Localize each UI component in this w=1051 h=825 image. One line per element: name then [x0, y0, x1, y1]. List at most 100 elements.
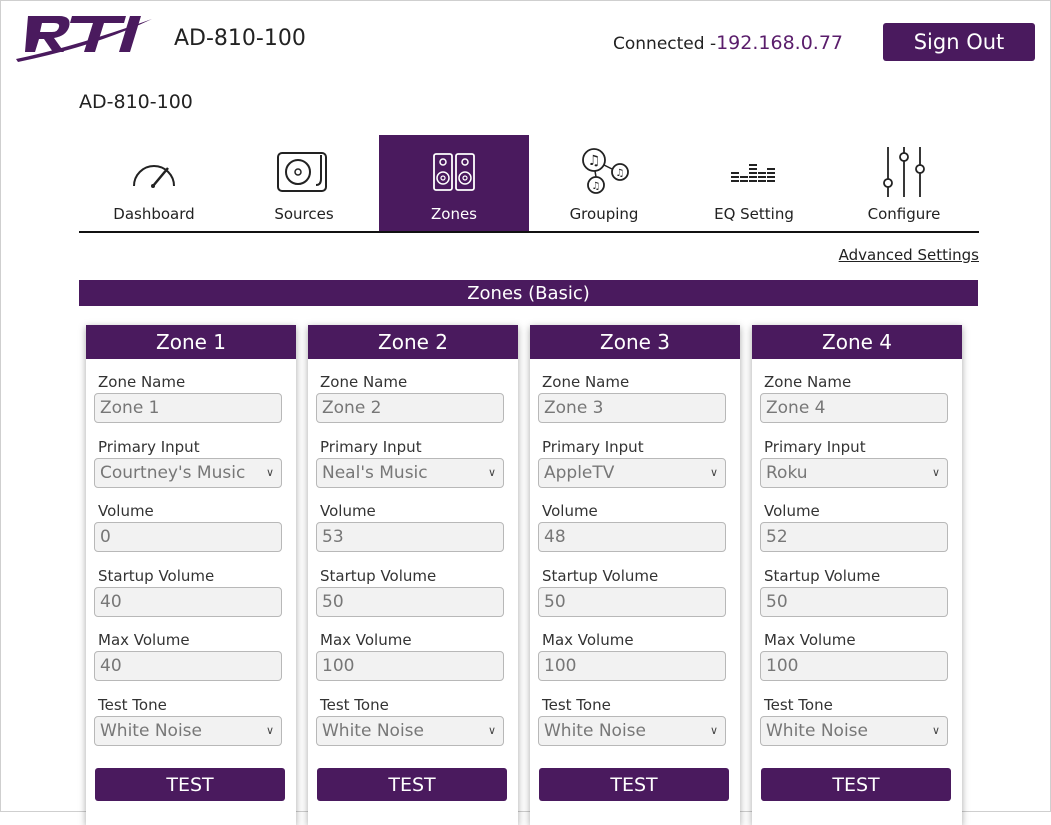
- startup-volume-label: Startup Volume: [764, 567, 881, 585]
- tab-eq-setting[interactable]: EQ Setting: [679, 135, 829, 231]
- tab-label: Dashboard: [113, 205, 195, 223]
- test-tone-label: Test Tone: [98, 696, 167, 714]
- primary-input-value: Roku: [766, 463, 808, 483]
- volume-label: Volume: [764, 502, 820, 520]
- svg-text:♫: ♫: [588, 153, 601, 169]
- test-tone-label: Test Tone: [764, 696, 833, 714]
- test-tone-select[interactable]: White Noise ∨: [760, 716, 948, 746]
- startup-volume-input[interactable]: 50: [538, 587, 726, 617]
- gauge-icon: [133, 165, 175, 188]
- zone-name-input[interactable]: Zone 3: [538, 393, 726, 423]
- ip-address: 192.168.0.77: [716, 32, 844, 54]
- primary-input-select[interactable]: Neal's Music ∨: [316, 458, 504, 488]
- chevron-down-icon: ∨: [931, 466, 940, 479]
- max-volume-input[interactable]: 100: [316, 651, 504, 681]
- tab-dashboard[interactable]: Dashboard: [79, 135, 229, 231]
- test-tone-value: White Noise: [544, 721, 646, 741]
- tab-configure[interactable]: Configure: [829, 135, 979, 231]
- zone-card: Zone 2 Zone Name Zone 2 Primary Input Ne…: [308, 325, 518, 825]
- max-volume-input[interactable]: 100: [760, 651, 948, 681]
- test-tone-select[interactable]: White Noise ∨: [94, 716, 282, 746]
- tab-label: Sources: [274, 205, 334, 223]
- zone-name-label: Zone Name: [764, 373, 852, 391]
- tab-label: Zones: [430, 205, 477, 223]
- volume-input[interactable]: 53: [316, 522, 504, 552]
- sliders-icon: [883, 147, 925, 197]
- primary-input-value: Courtney's Music: [100, 463, 246, 483]
- primary-input-label: Primary Input: [542, 438, 644, 456]
- sign-out-button[interactable]: Sign Out: [883, 23, 1035, 61]
- test-tone-select[interactable]: White Noise ∨: [538, 716, 726, 746]
- primary-input-value: AppleTV: [544, 463, 615, 483]
- test-tone-label: Test Tone: [542, 696, 611, 714]
- startup-volume-input[interactable]: 50: [760, 587, 948, 617]
- zone-title: Zone 2: [308, 325, 518, 359]
- test-tone-value: White Noise: [100, 721, 202, 741]
- music-notes-group-icon: ♫ ♫ ♫: [582, 148, 629, 194]
- volume-label: Volume: [98, 502, 154, 520]
- page-title: AD-810-100: [79, 91, 193, 113]
- primary-input-select[interactable]: Roku ∨: [760, 458, 948, 488]
- primary-input-label: Primary Input: [320, 438, 422, 456]
- zone-card: Zone 3 Zone Name Zone 3 Primary Input Ap…: [530, 325, 740, 825]
- startup-volume-input[interactable]: 50: [316, 587, 504, 617]
- svg-text:♫: ♫: [616, 168, 625, 179]
- chevron-down-icon: ∨: [265, 724, 274, 737]
- advanced-settings-link[interactable]: Advanced Settings: [839, 246, 979, 264]
- primary-input-select[interactable]: AppleTV ∨: [538, 458, 726, 488]
- volume-input[interactable]: 0: [94, 522, 282, 552]
- test-button[interactable]: TEST: [95, 768, 285, 801]
- zone-title: Zone 1: [86, 325, 296, 359]
- chevron-down-icon: ∨: [709, 724, 718, 737]
- rti-logo: [16, 16, 152, 62]
- zone-title: Zone 4: [752, 325, 962, 359]
- startup-volume-label: Startup Volume: [98, 567, 215, 585]
- startup-volume-label: Startup Volume: [320, 567, 437, 585]
- tab-sources[interactable]: Sources: [229, 135, 379, 231]
- primary-input-select[interactable]: Courtney's Music ∨: [94, 458, 282, 488]
- chevron-down-icon: ∨: [931, 724, 940, 737]
- svg-text:♫: ♫: [592, 181, 601, 192]
- tab-label: Configure: [867, 205, 941, 223]
- tab-grouping[interactable]: ♫ ♫ ♫ Grouping: [529, 135, 679, 231]
- zone-name-input[interactable]: Zone 4: [760, 393, 948, 423]
- test-button[interactable]: TEST: [761, 768, 951, 801]
- zone-title: Zone 3: [530, 325, 740, 359]
- test-tone-select[interactable]: White Noise ∨: [316, 716, 504, 746]
- startup-volume-input[interactable]: 40: [94, 587, 282, 617]
- equalizer-bars-icon: [731, 164, 775, 182]
- volume-label: Volume: [320, 502, 376, 520]
- volume-input[interactable]: 52: [760, 522, 948, 552]
- max-volume-input[interactable]: 100: [538, 651, 726, 681]
- zone-card: Zone 1 Zone Name Zone 1 Primary Input Co…: [86, 325, 296, 825]
- speakers-icon: [433, 153, 475, 191]
- test-tone-value: White Noise: [322, 721, 424, 741]
- device-name: AD-810-100: [174, 26, 306, 51]
- test-button[interactable]: TEST: [539, 768, 729, 801]
- connection-label: Connected -: [613, 34, 717, 54]
- tab-bar: Dashboard Sources Zones ♫ ♫ ♫ Grouping E…: [79, 135, 979, 233]
- volume-input[interactable]: 48: [538, 522, 726, 552]
- max-volume-label: Max Volume: [764, 631, 856, 649]
- zone-name-input[interactable]: Zone 1: [94, 393, 282, 423]
- zone-name-label: Zone Name: [542, 373, 630, 391]
- max-volume-label: Max Volume: [542, 631, 634, 649]
- chevron-down-icon: ∨: [709, 466, 718, 479]
- chevron-down-icon: ∨: [265, 466, 274, 479]
- chevron-down-icon: ∨: [487, 466, 496, 479]
- startup-volume-label: Startup Volume: [542, 567, 659, 585]
- max-volume-label: Max Volume: [98, 631, 190, 649]
- max-volume-input[interactable]: 40: [94, 651, 282, 681]
- section-header: Zones (Basic): [79, 280, 978, 306]
- tab-zones[interactable]: Zones: [379, 135, 529, 231]
- zone-card: Zone 4 Zone Name Zone 4 Primary Input Ro…: [752, 325, 962, 825]
- turntable-icon: [277, 152, 327, 192]
- zone-name-label: Zone Name: [320, 373, 408, 391]
- test-button[interactable]: TEST: [317, 768, 507, 801]
- tab-label: Grouping: [569, 205, 639, 223]
- zone-name-input[interactable]: Zone 2: [316, 393, 504, 423]
- tab-label: EQ Setting: [714, 205, 794, 223]
- primary-input-value: Neal's Music: [322, 463, 428, 483]
- primary-input-label: Primary Input: [764, 438, 866, 456]
- max-volume-label: Max Volume: [320, 631, 412, 649]
